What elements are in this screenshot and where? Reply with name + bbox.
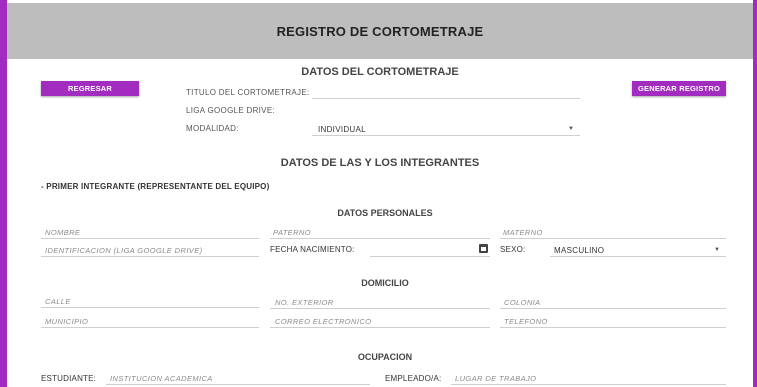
sex-label: SEXO: — [500, 245, 526, 254]
caret-down-icon: ▼ — [714, 247, 720, 253]
name-input-placeholder: NOMBRE — [45, 228, 81, 237]
student-label: ESTUDIANTE: — [41, 374, 97, 383]
workplace-input-placeholder: LUGAR DE TRABAJO — [455, 374, 537, 383]
maternal-input[interactable] — [500, 238, 726, 239]
occupation-title: OCUPACION — [357, 352, 413, 362]
institution-input-placeholder: INSTITUCION ACADEMICA — [110, 374, 213, 383]
sex-underline — [550, 256, 726, 257]
generate-register-button[interactable]: GENERAR REGISTRO — [632, 81, 726, 96]
phone-input-placeholder: TELEFONO — [504, 317, 548, 326]
id-input[interactable] — [41, 256, 259, 257]
institution-input[interactable] — [106, 384, 370, 385]
film-title-label: TITULO DEL CORTOMETRAJE: — [186, 88, 310, 97]
page-title: REGISTRO DE CORTOMETRAJE — [276, 23, 484, 39]
phone-input[interactable] — [500, 327, 726, 328]
members-section-title: DATOS DE LAS Y LOS INTEGRANTES — [280, 157, 480, 169]
birthdate-label: FECHA NACIMIENTO: — [270, 245, 355, 254]
email-input-placeholder: CORREO ELECTRONICO — [275, 317, 372, 326]
sex-select[interactable]: MASCULINO ▼ — [550, 242, 726, 257]
paternal-input[interactable] — [270, 238, 490, 239]
film-title-input[interactable] — [312, 98, 580, 99]
page-header: REGISTRO DE CORTOMETRAJE — [7, 3, 753, 59]
id-input-placeholder: IDENTIFICACION (LIGA GOOGLE DRIVE) — [45, 246, 203, 255]
municipio-input-placeholder: MUNICIPIO — [45, 317, 89, 326]
drive-link-label: LIGA GOOGLE DRIVE: — [186, 106, 275, 115]
mode-label: MODALIDAD: — [186, 124, 239, 133]
email-input[interactable] — [270, 327, 490, 328]
colonia-input-placeholder: COLONIA — [504, 298, 541, 307]
workplace-input[interactable] — [451, 384, 726, 385]
address-title: DOMICILIO — [361, 278, 409, 288]
personal-data-title: DATOS PERSONALES — [337, 208, 433, 218]
colonia-input[interactable] — [500, 308, 726, 309]
calendar-icon[interactable] — [479, 244, 488, 253]
back-button[interactable]: REGRESAR — [41, 81, 139, 96]
ext-number-input[interactable] — [270, 308, 490, 309]
caret-down-icon: ▼ — [568, 126, 574, 132]
street-input-placeholder: CALLE — [45, 297, 71, 306]
paternal-input-placeholder: PATERNO — [273, 228, 311, 237]
name-input[interactable] — [41, 238, 259, 239]
first-member-heading: - PRIMER INTEGRANTE (REPRESENTANTE DEL E… — [41, 182, 270, 191]
mode-underline — [312, 135, 580, 136]
mode-value: INDIVIDUAL — [318, 125, 366, 134]
film-section-title: DATOS DEL CORTOMETRAJE — [301, 66, 459, 78]
maternal-input-placeholder: MATERNO — [503, 228, 543, 237]
municipio-input[interactable] — [41, 327, 259, 328]
birthdate-input[interactable] — [370, 256, 490, 257]
employee-label: EMPLEADO/A: — [385, 374, 442, 383]
street-input[interactable] — [41, 307, 259, 308]
ext-number-input-placeholder: NO. EXTERIOR — [275, 298, 334, 307]
mode-select[interactable]: INDIVIDUAL ▼ — [312, 121, 580, 136]
sex-value: MASCULINO — [554, 246, 605, 255]
